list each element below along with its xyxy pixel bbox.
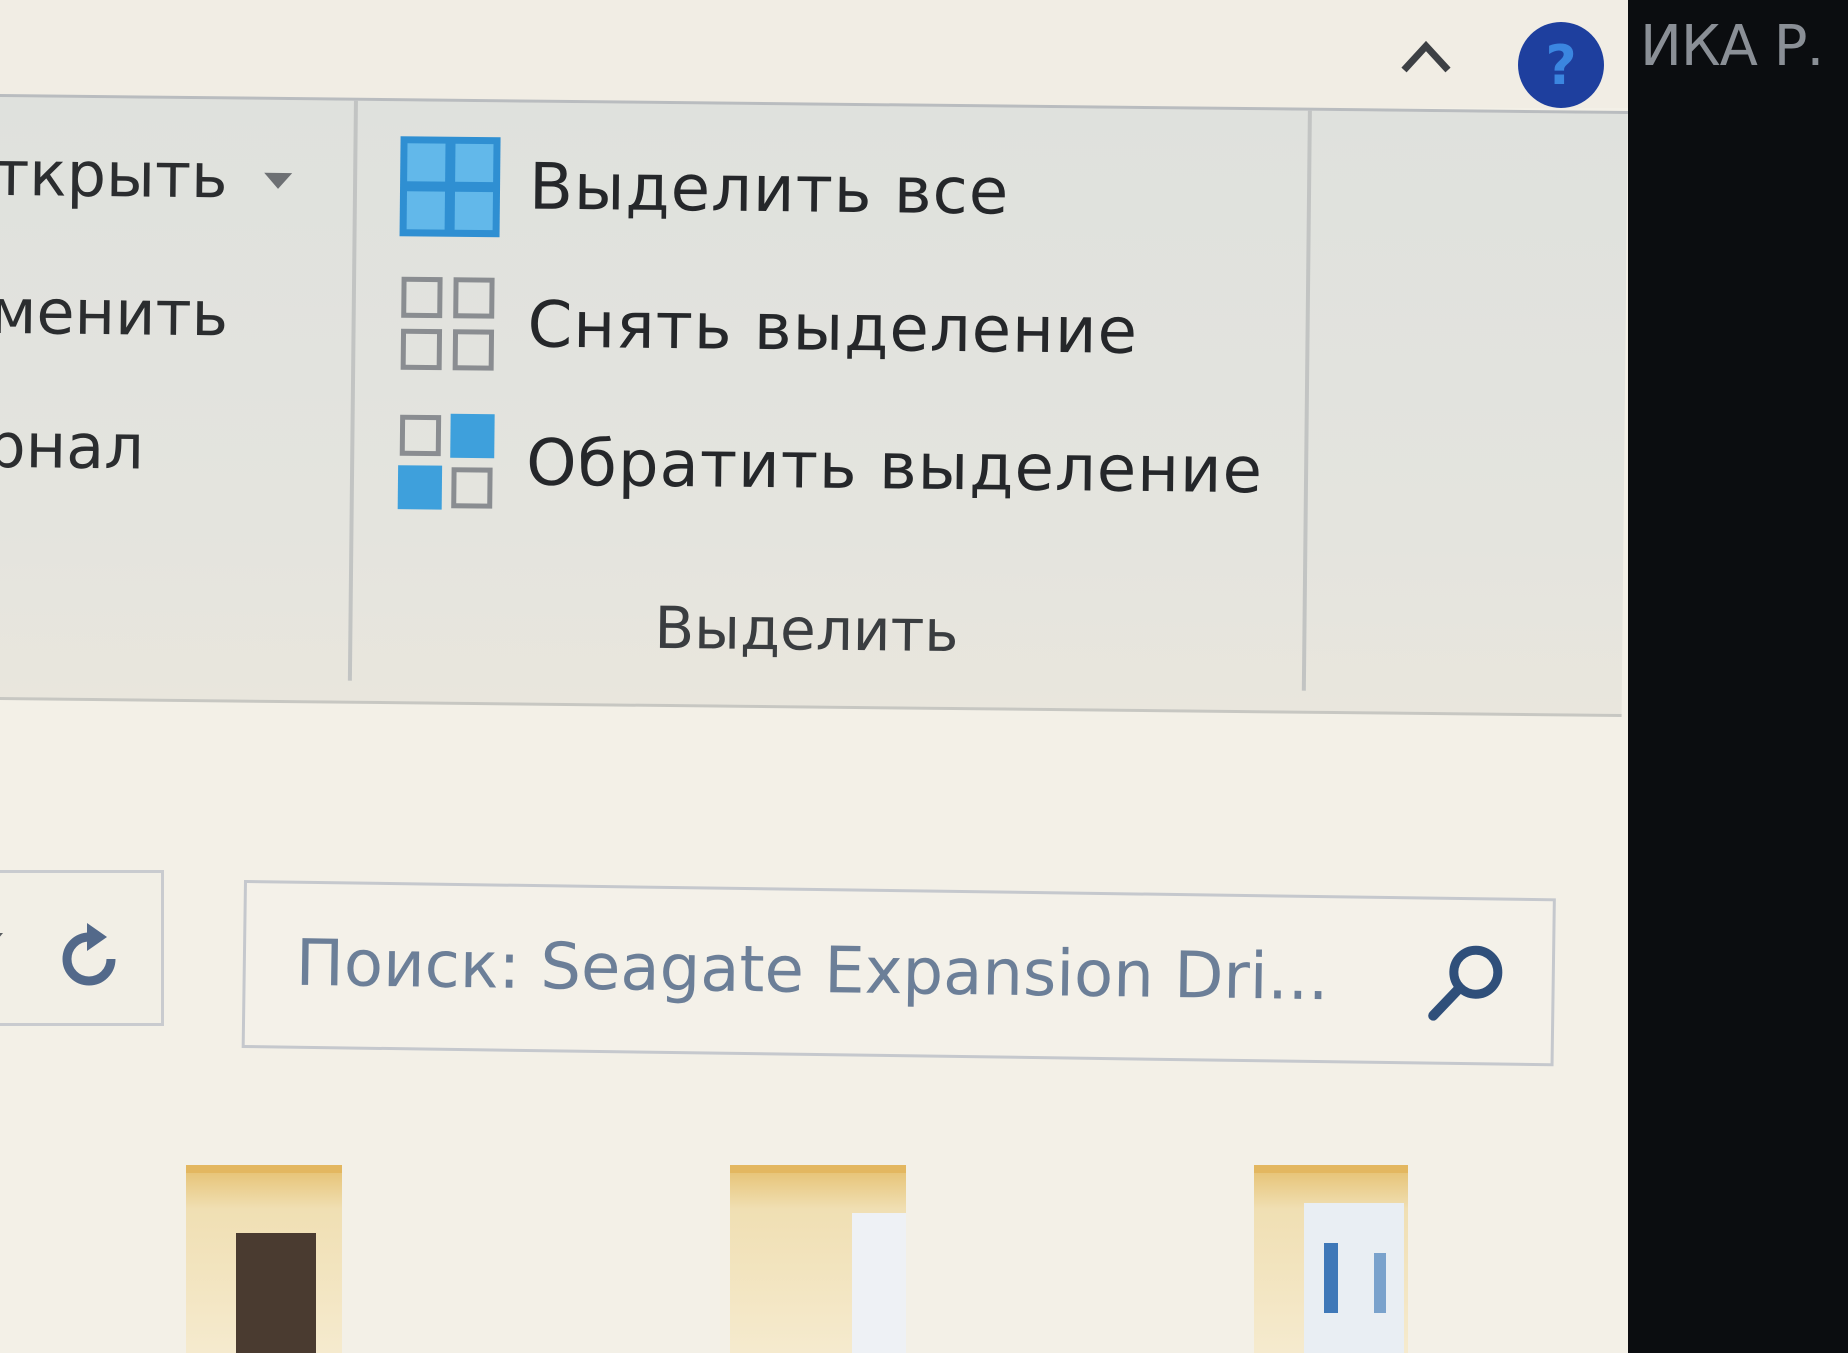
select-group-label: Выделить — [654, 593, 959, 666]
select-all-icon — [399, 136, 501, 238]
thumbnail-image — [236, 1233, 316, 1353]
group-divider — [347, 100, 358, 681]
history-label: рнал — [0, 408, 145, 484]
group-divider — [1301, 110, 1312, 691]
edit-button[interactable]: менить — [0, 275, 228, 350]
select-all-label: Выделить все — [528, 150, 1010, 230]
refresh-icon[interactable] — [49, 919, 129, 999]
desktop-background — [1628, 0, 1848, 1353]
file-explorer-window: ? ткрыть менить рнал Выделить все Снять … — [0, 0, 1628, 1353]
select-none-label: Снять выделение — [527, 288, 1139, 369]
help-icon: ? — [1545, 33, 1577, 97]
edit-label: менить — [0, 274, 229, 351]
ribbon: ткрыть менить рнал Выделить все Снять вы… — [0, 94, 1628, 718]
invert-selection-label: Обратить выделение — [525, 426, 1264, 509]
open-button[interactable]: ткрыть — [0, 137, 292, 213]
select-none-icon — [400, 276, 495, 371]
dropdown-arrow-icon[interactable] — [0, 933, 3, 945]
open-label: ткрыть — [0, 136, 229, 213]
help-button[interactable]: ? — [1518, 22, 1604, 108]
folder-thumbnail[interactable] — [1254, 1165, 1408, 1353]
chevron-up-icon[interactable] — [1398, 36, 1454, 76]
user-label: ИКА Р. — [1640, 14, 1824, 79]
select-none-button[interactable]: Снять выделение — [395, 269, 1138, 387]
search-input[interactable] — [295, 913, 1347, 1029]
search-box[interactable] — [241, 880, 1556, 1067]
thumbnail-image — [1304, 1203, 1404, 1353]
invert-selection-button[interactable]: Обратить выделение — [394, 407, 1264, 526]
select-all-button[interactable]: Выделить все — [396, 131, 1010, 247]
folder-thumbnail[interactable] — [186, 1165, 342, 1353]
folder-thumbnail[interactable] — [730, 1165, 906, 1353]
navigation-controls — [0, 870, 164, 1026]
dropdown-arrow-icon[interactable] — [263, 172, 292, 189]
search-icon[interactable] — [1425, 940, 1510, 1025]
thumbnail-image — [852, 1213, 906, 1353]
history-button[interactable]: рнал — [0, 409, 144, 484]
address-bar-row — [0, 840, 1628, 1067]
invert-selection-icon — [397, 413, 495, 510]
title-bar: ? — [0, 0, 1628, 108]
